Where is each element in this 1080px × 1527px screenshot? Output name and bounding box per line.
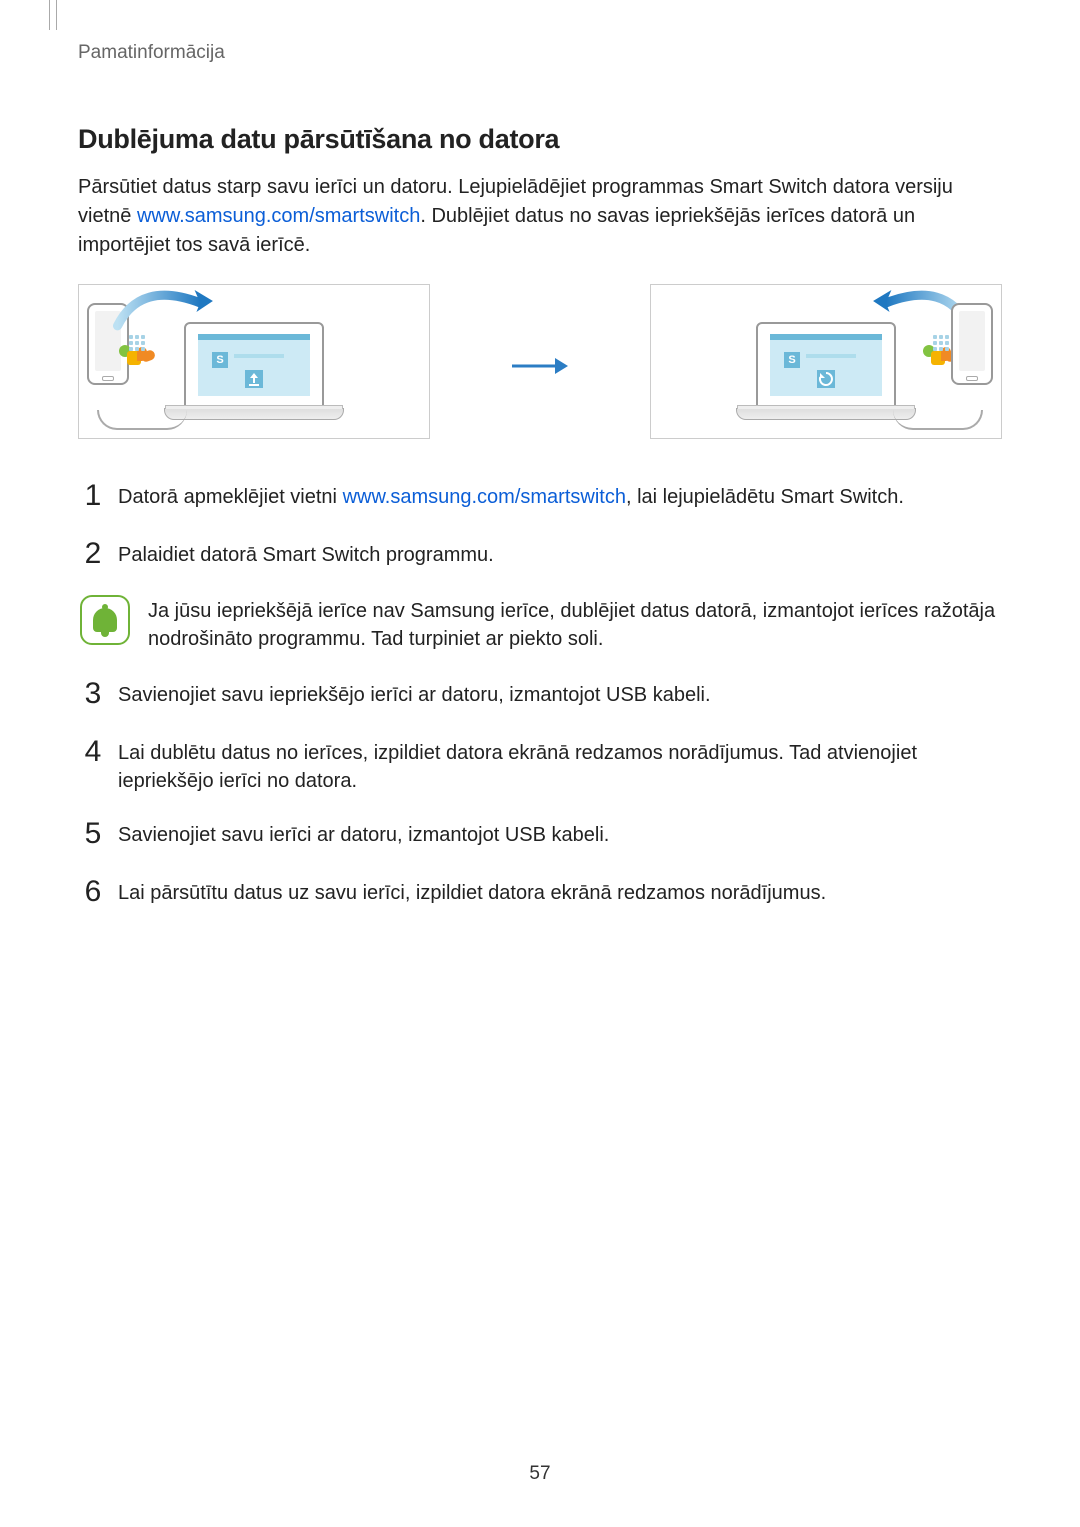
step-1-text-a: Datorā apmeklējiet vietni [118,486,343,508]
section-title: Dublējuma datu pārsūtīšana no datora [78,124,1002,155]
step-1-text-b: , lai lejupielādētu Smart Switch. [626,486,904,508]
new-phone-icon [951,303,993,385]
step-1: Datorā apmeklējiet vietni www.samsung.co… [78,479,1002,515]
note-bell-icon [80,595,130,645]
running-header: Pamatinformācija [78,42,1002,64]
smartswitch-link[interactable]: www.samsung.com/smartswitch [343,486,626,508]
upload-icon [245,370,263,388]
step-3: Savienojiet savu iepriekšējo ierīci ar d… [78,677,1002,713]
apps-grid-icon [129,335,149,355]
illustration-backup: S [78,284,430,439]
page-tab-marker [49,0,57,30]
step-2: Palaidiet datorā Smart Switch programmu. [78,537,1002,573]
step-5: Savienojiet savu ierīci ar datoru, izman… [78,817,1002,853]
note-callout: Ja jūsu iepriekšējā ierīce nav Samsung i… [78,595,1002,653]
step-4: Lai dublētu datus no ierīces, izpildiet … [78,735,1002,795]
illustration-row: S [78,284,1002,439]
page-number: 57 [0,1463,1080,1485]
steps-list-continued: Savienojiet savu iepriekšējo ierīci ar d… [78,677,1002,911]
right-arrow-icon [510,356,570,368]
restore-icon [817,370,835,388]
usb-cable-icon [893,410,983,430]
apps-grid-icon [933,335,953,355]
smartswitch-link[interactable]: www.samsung.com/smartswitch [137,205,420,227]
note-text: Ja jūsu iepriekšējā ierīce nav Samsung i… [148,595,1002,653]
steps-list: Datorā apmeklējiet vietni www.samsung.co… [78,479,1002,573]
illustration-restore: S [650,284,1002,439]
laptop-icon: S [164,322,344,420]
intro-paragraph: Pārsūtiet datus starp savu ierīci un dat… [78,173,1002,260]
document-page: Pamatinformācija Dublējuma datu pārsūtīš… [0,0,1080,1527]
usb-cable-icon [97,410,187,430]
step-6: Lai pārsūtītu datus uz savu ierīci, izpi… [78,875,1002,911]
